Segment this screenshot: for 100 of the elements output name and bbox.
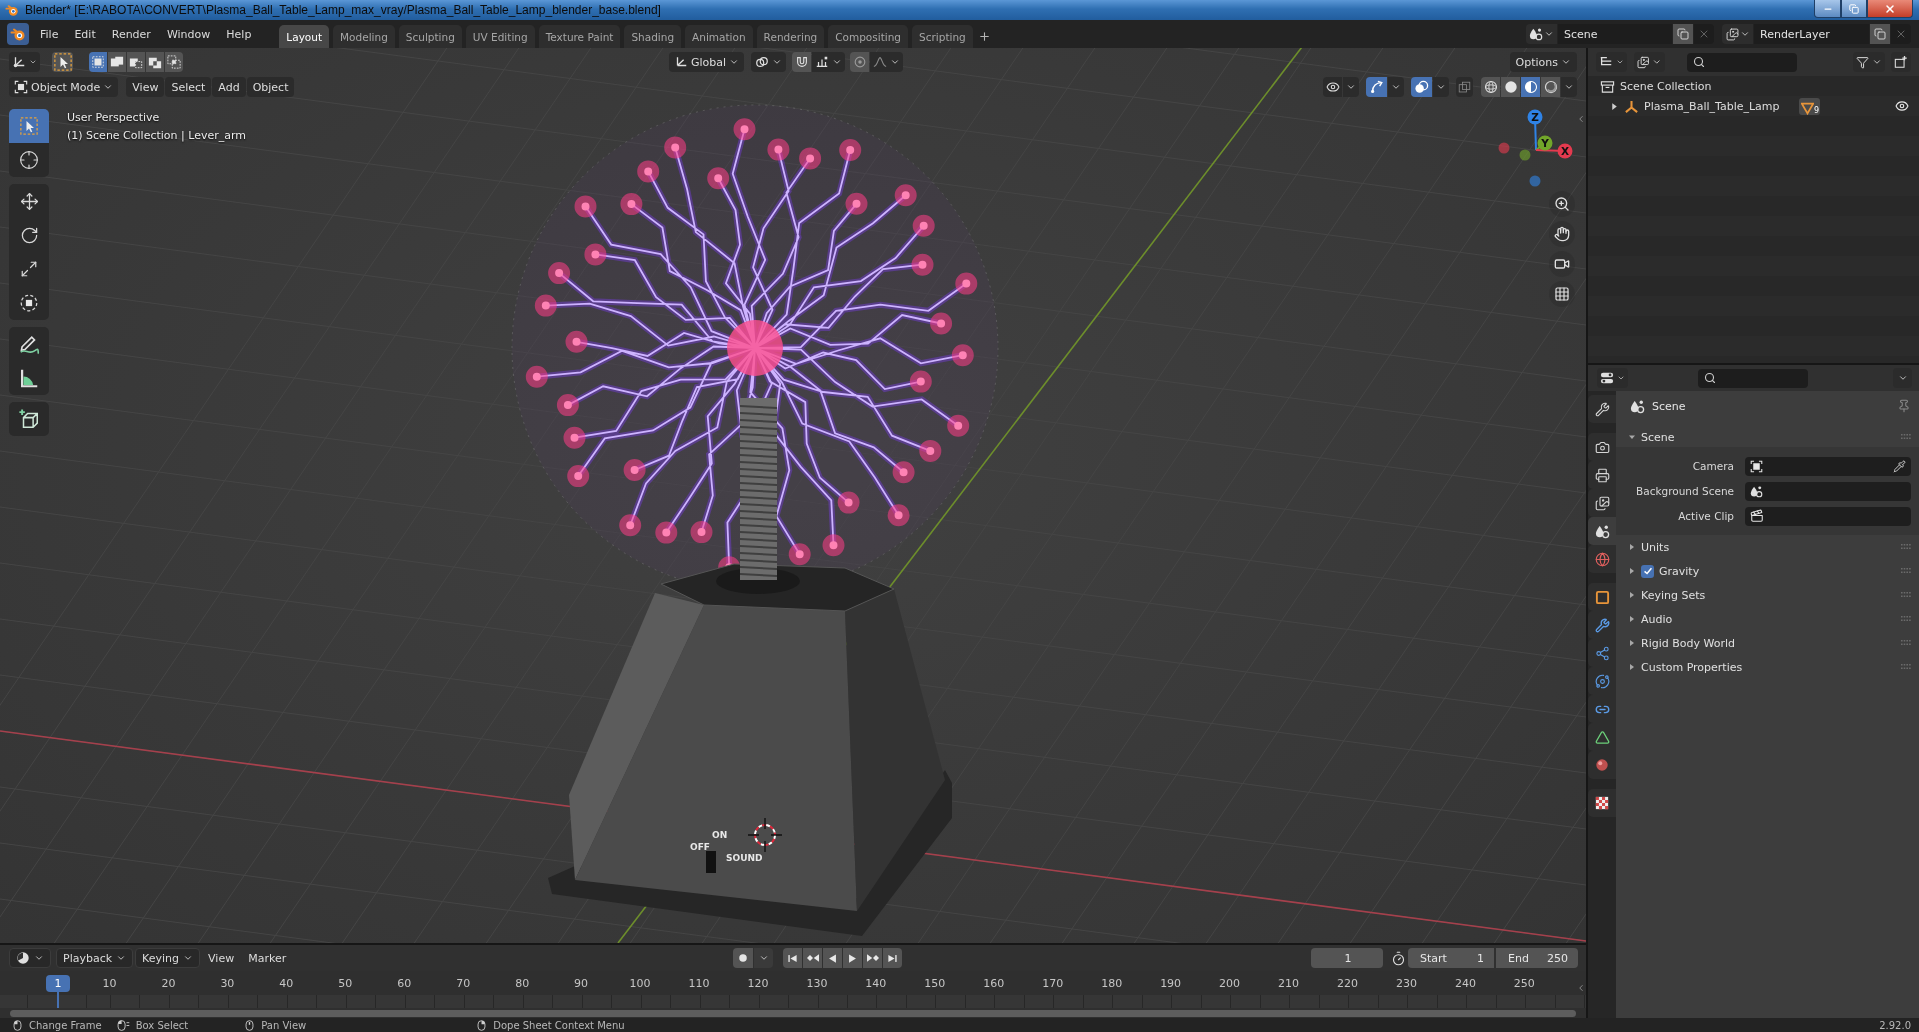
filter-dropdown[interactable] bbox=[1853, 52, 1885, 72]
workspace-tab[interactable]: Shading bbox=[624, 25, 682, 48]
editor-type-button[interactable] bbox=[1596, 52, 1627, 72]
workspace-tab[interactable]: Compositing bbox=[828, 25, 909, 48]
select-tool-button[interactable] bbox=[52, 52, 73, 72]
tool-button[interactable] bbox=[9, 143, 49, 177]
menu-button[interactable]: View bbox=[202, 948, 241, 968]
new-view-layer-button[interactable] bbox=[1870, 24, 1890, 44]
menu-item[interactable]: Help bbox=[220, 23, 258, 45]
jump-to-start-button[interactable] bbox=[783, 948, 803, 968]
menu-dropdown[interactable]: Keying bbox=[135, 948, 201, 968]
menu-item[interactable]: File bbox=[34, 23, 65, 45]
workspace-tab[interactable]: Modeling bbox=[333, 25, 395, 48]
properties-tab[interactable] bbox=[1588, 395, 1616, 423]
workspace-tab[interactable]: UV Editing bbox=[465, 25, 535, 48]
end-frame-field[interactable]: End 250 bbox=[1496, 948, 1578, 968]
menu-item[interactable]: Edit bbox=[68, 23, 102, 45]
editor-type-button[interactable] bbox=[9, 948, 51, 968]
panel-header[interactable]: Scene bbox=[1616, 427, 1919, 447]
projection-toggle-button[interactable] bbox=[1549, 281, 1575, 307]
eye-icon[interactable] bbox=[1895, 99, 1909, 113]
workspace-tab[interactable]: Layout bbox=[279, 25, 330, 48]
pin-icon[interactable] bbox=[1897, 399, 1911, 413]
tool-button[interactable] bbox=[9, 286, 49, 320]
select-mode-button[interactable] bbox=[127, 52, 145, 72]
menu-button[interactable]: Select bbox=[165, 77, 212, 97]
shading-mode-button[interactable] bbox=[1501, 77, 1520, 97]
current-frame-field[interactable]: 1 bbox=[1311, 948, 1383, 968]
clip-picker-field[interactable] bbox=[1745, 506, 1911, 526]
close-button[interactable] bbox=[1867, 0, 1913, 18]
menu-button[interactable]: Object bbox=[246, 77, 295, 97]
previous-keyframe-button[interactable] bbox=[803, 948, 823, 968]
select-mode-button[interactable] bbox=[146, 52, 164, 72]
auto-keying-toggle[interactable] bbox=[733, 948, 754, 968]
gizmo-toggle[interactable] bbox=[1366, 77, 1387, 97]
toggle-options-dropdown[interactable] bbox=[1343, 77, 1359, 97]
panel-header[interactable]: Audio bbox=[1616, 607, 1919, 631]
search-field[interactable] bbox=[1698, 368, 1808, 388]
falloff-dropdown[interactable] bbox=[870, 52, 904, 72]
modifier-badge[interactable]: 9 bbox=[1798, 97, 1820, 115]
tree-item[interactable]: Plasma_Ball_Table_Lamp 9 bbox=[1588, 96, 1919, 116]
proportional-edit-toggle[interactable] bbox=[850, 52, 870, 72]
snap-toggle[interactable] bbox=[792, 52, 812, 72]
workspace-tab[interactable]: Rendering bbox=[756, 25, 825, 48]
toggle-options-dropdown[interactable] bbox=[1433, 77, 1449, 97]
next-keyframe-button[interactable] bbox=[863, 948, 883, 968]
shading-mode-button[interactable] bbox=[1481, 77, 1500, 97]
scene-name-field[interactable]: Scene bbox=[1558, 24, 1672, 44]
orientation-dropdown[interactable]: Global bbox=[669, 52, 745, 72]
disclosure-triangle-icon[interactable] bbox=[1610, 101, 1619, 111]
menu-button[interactable]: Add bbox=[212, 77, 246, 97]
tool-button[interactable] bbox=[9, 361, 49, 395]
play-button[interactable] bbox=[843, 948, 863, 968]
shading-mode-button[interactable] bbox=[1541, 77, 1560, 97]
menu-button[interactable]: View bbox=[126, 77, 165, 97]
mode-dropdown[interactable]: Object Mode bbox=[9, 77, 119, 97]
app-menu-button[interactable] bbox=[7, 23, 29, 45]
visibility-toggle[interactable] bbox=[1323, 77, 1342, 97]
axis-dot-icon[interactable] bbox=[1498, 142, 1510, 154]
zoom-button[interactable] bbox=[1549, 191, 1575, 217]
editor-type-button[interactable] bbox=[9, 52, 40, 72]
pivot-dropdown[interactable] bbox=[751, 52, 787, 72]
menu-item[interactable]: Render bbox=[105, 23, 157, 45]
pan-button[interactable] bbox=[1549, 221, 1575, 247]
workspace-tab[interactable]: Texture Paint bbox=[538, 25, 621, 48]
axis-handle[interactable]: Z bbox=[1527, 109, 1543, 125]
workspace-tab[interactable]: Sculpting bbox=[398, 25, 462, 48]
camera-view-button[interactable] bbox=[1549, 251, 1575, 277]
select-mode-button[interactable] bbox=[89, 52, 107, 72]
workspace-tab[interactable]: Animation bbox=[685, 25, 753, 48]
tool-button[interactable] bbox=[9, 402, 49, 436]
menu-button[interactable]: Marker bbox=[242, 948, 293, 968]
scene-browse-button[interactable] bbox=[1526, 24, 1557, 44]
properties-tab[interactable] bbox=[1588, 517, 1616, 545]
select-mode-button[interactable] bbox=[108, 52, 126, 72]
maximize-button[interactable] bbox=[1841, 0, 1867, 18]
scrollbar-thumb[interactable] bbox=[10, 1009, 1576, 1017]
xray-toggle[interactable] bbox=[1456, 77, 1473, 97]
toggle-options-dropdown[interactable] bbox=[1388, 77, 1404, 97]
axis-dot-icon[interactable] bbox=[1529, 175, 1541, 187]
minimize-button[interactable] bbox=[1814, 0, 1841, 18]
view-layer-name-field[interactable]: RenderLayer bbox=[1754, 24, 1869, 44]
editor-type-button[interactable] bbox=[1597, 368, 1628, 388]
tree-item[interactable]: Scene Collection bbox=[1588, 76, 1919, 96]
axis-dot-icon[interactable] bbox=[1519, 149, 1531, 161]
object-picker-field[interactable] bbox=[1745, 456, 1911, 476]
new-collection-button[interactable] bbox=[1891, 52, 1911, 72]
scene-picker-field[interactable] bbox=[1745, 481, 1911, 501]
overlay-toggle[interactable] bbox=[1411, 77, 1432, 97]
panel-header[interactable]: Keying Sets bbox=[1616, 583, 1919, 607]
shading-mode-button[interactable] bbox=[1521, 77, 1540, 97]
new-scene-button[interactable] bbox=[1673, 24, 1693, 44]
search-field[interactable] bbox=[1687, 52, 1797, 72]
snap-target-dropdown[interactable] bbox=[812, 52, 846, 72]
start-frame-field[interactable]: Start 1 bbox=[1408, 948, 1494, 968]
panel-header[interactable]: Gravity bbox=[1616, 559, 1919, 583]
properties-tab[interactable] bbox=[1588, 489, 1616, 517]
properties-tab[interactable] bbox=[1588, 789, 1616, 817]
delete-view-layer-button[interactable] bbox=[1891, 24, 1911, 44]
tool-button[interactable] bbox=[9, 327, 49, 361]
